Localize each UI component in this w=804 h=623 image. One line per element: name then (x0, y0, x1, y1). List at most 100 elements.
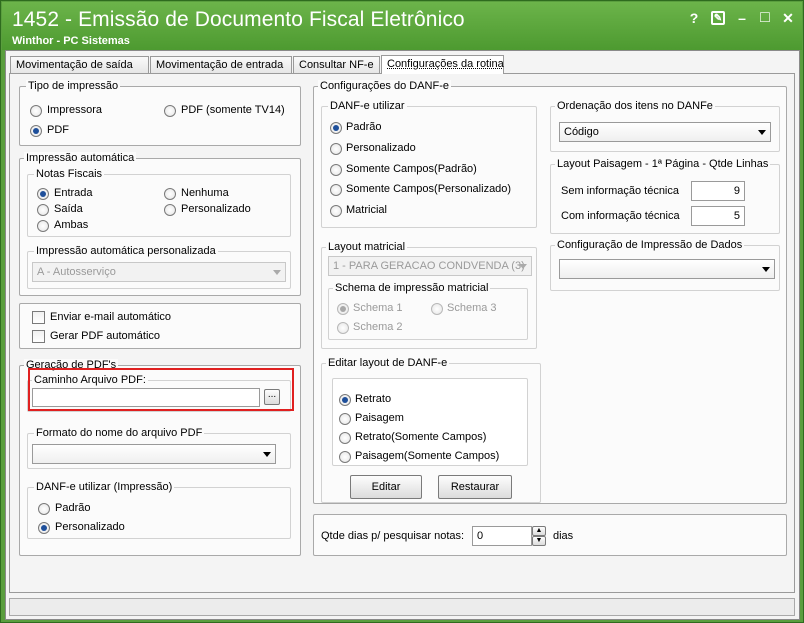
group-caption: Impressão automática personalizada (34, 245, 218, 257)
radio-entrada[interactable] (37, 188, 49, 200)
radio-paisagem-somente-campos[interactable] (339, 451, 351, 463)
radio-danfe-personalizado[interactable] (330, 143, 342, 155)
radio-nenhuma[interactable] (164, 188, 176, 200)
group-editar-options: Retrato Paisagem Retrato(Somente Campos)… (332, 378, 528, 466)
radio-schema-1[interactable] (337, 303, 349, 315)
radio-label: Retrato(Somente Campos) (355, 431, 487, 443)
radio-label: Somente Campos(Padrão) (346, 163, 477, 175)
editar-button[interactable]: Editar (350, 475, 422, 499)
group-caption: Tipo de impressão (26, 80, 121, 92)
group-notas-fiscais: Notas Fiscais Entrada Nenhuma Saída Pers… (27, 168, 291, 237)
spin-down-icon[interactable]: ▼ (532, 536, 546, 546)
group-caption: Layout Paisagem - 1ª Página - Qtde Linha… (555, 158, 771, 170)
radio-label: Impressora (47, 104, 103, 116)
group-caption: Notas Fiscais (34, 168, 105, 180)
formato-nome-select[interactable] (32, 444, 276, 464)
radio-pdf[interactable] (30, 125, 42, 137)
group-caption: Configurações do DANF-e (318, 80, 452, 92)
radio-danfe-somente-personalizado[interactable] (330, 184, 342, 196)
title-bar: 1452 - Emissão de Documento Fiscal Eletr… (2, 2, 802, 50)
window-subtitle: Winthor - PC Sistemas (12, 35, 130, 47)
restaurar-button[interactable]: Restaurar (438, 475, 512, 499)
radio-label: PDF (somente TV14) (181, 104, 285, 116)
group-danfe-utilizar: DANF-e utilizar Padrão Personalizado Som… (321, 100, 537, 228)
tab-configuracoes-rotina[interactable]: Configurações da rotina (381, 55, 504, 74)
radio-label: PDF (47, 124, 69, 136)
radio-danfe-matricial[interactable] (330, 205, 342, 217)
radio-label: Padrão (346, 121, 382, 133)
radio-label: Nenhuma (181, 187, 229, 199)
window-title: 1452 - Emissão de Documento Fiscal Eletr… (12, 8, 465, 31)
group-tipo-impressao: Tipo de impressão Impressora PDF (soment… (19, 80, 301, 146)
radio-retrato-somente-campos[interactable] (339, 432, 351, 444)
maximize-icon[interactable]: □ (757, 10, 773, 26)
radio-saida[interactable] (37, 204, 49, 216)
radio-personalizado-impressao[interactable] (38, 522, 50, 534)
group-caption: Formato do nome do arquivo PDF (34, 427, 205, 439)
tab-movimentacao-saida[interactable]: Movimentação de saída (10, 56, 149, 73)
group-layout-paisagem: Layout Paisagem - 1ª Página - Qtde Linha… (550, 158, 780, 234)
group-impressao-personalizada: Impressão automática personalizada A - A… (27, 245, 291, 289)
group-config-danfe: Configurações do DANF-e DANF-e utilizar … (313, 80, 787, 504)
group-qtde-dias: Qtde dias p/ pesquisar notas: 0 ▲ ▼ dias (313, 514, 787, 556)
checkbox-gerar-pdf[interactable] (32, 330, 45, 343)
status-bar (9, 598, 795, 616)
group-geracao-pdf: Geração de PDF's Caminho Arquivo PDF: ..… (19, 359, 301, 556)
radio-label: Saída (54, 203, 83, 215)
spin-up-icon[interactable]: ▲ (532, 526, 546, 536)
highlight-box (28, 368, 294, 411)
group-caption: Impressão automática (24, 152, 137, 164)
checkbox-enviar-email[interactable] (32, 311, 45, 324)
radio-label: Schema 2 (353, 321, 403, 333)
select-value: Código (564, 126, 599, 138)
sem-info-input[interactable]: 9 (691, 181, 745, 201)
chevron-down-icon (758, 130, 766, 135)
radio-pdf-tv14[interactable] (164, 105, 176, 117)
group-ordenacao: Ordenação dos itens no DANFe Código (550, 100, 780, 152)
close-icon[interactable]: ✕ (780, 10, 796, 26)
chevron-down-icon (263, 452, 271, 457)
qtde-dias-input[interactable]: 0 (472, 526, 532, 546)
radio-danfe-somente-padrao[interactable] (330, 164, 342, 176)
ordenacao-select[interactable]: Código (559, 122, 771, 142)
group-layout-matricial: Layout matricial 1 - PARA GERACAO CONDVE… (321, 241, 537, 349)
radio-label: Matricial (346, 204, 387, 216)
group-danfe-impressao: DANF-e utilizar (Impressão) Padrão Perso… (27, 481, 291, 539)
radio-impressora[interactable] (30, 105, 42, 117)
checkbox-label: Gerar PDF automático (50, 330, 161, 342)
sem-info-label: Sem informação técnica (561, 185, 679, 197)
application-window: 1452 - Emissão de Documento Fiscal Eletr… (0, 0, 804, 623)
radio-retrato[interactable] (339, 394, 351, 406)
radio-label: Ambas (54, 219, 89, 231)
radio-schema-3[interactable] (431, 303, 443, 315)
edit-icon[interactable]: ✎ (711, 11, 725, 25)
radio-ambas[interactable] (37, 220, 49, 232)
tab-movimentacao-entrada[interactable]: Movimentação de entrada (150, 56, 292, 73)
radio-personalizado[interactable] (164, 204, 176, 216)
chevron-down-icon (519, 264, 527, 269)
radio-paisagem[interactable] (339, 413, 351, 425)
tab-panel-configuracoes: Tipo de impressão Impressora PDF (soment… (9, 73, 795, 593)
radio-label: Paisagem(Somente Campos) (355, 450, 500, 462)
help-icon[interactable]: ? (686, 10, 702, 26)
group-caption: Layout matricial (326, 241, 408, 253)
group-caption: Schema de impressão matricial (333, 282, 491, 294)
minimize-icon[interactable]: – (734, 10, 750, 26)
com-info-input[interactable]: 5 (691, 206, 745, 226)
radio-label: Personalizado (346, 142, 416, 154)
checkbox-label: Enviar e-mail automático (50, 311, 172, 323)
impressao-personalizada-select[interactable]: A - Autosserviço (32, 262, 286, 282)
group-formato-nome: Formato do nome do arquivo PDF (27, 427, 291, 469)
qtde-dias-label: Qtde dias p/ pesquisar notas: (321, 530, 465, 542)
config-impressao-select[interactable] (559, 259, 775, 279)
layout-matricial-select[interactable]: 1 - PARA GERACAO CONDVENDA (3) (328, 256, 532, 276)
tab-consultar-nfe[interactable]: Consultar NF-e (293, 56, 380, 73)
radio-schema-2[interactable] (337, 322, 349, 334)
radio-padrao-impressao[interactable] (38, 503, 50, 515)
select-value: 1 - PARA GERACAO CONDVENDA (3) (333, 260, 525, 272)
select-value: A - Autosserviço (37, 266, 116, 278)
group-config-impressao-dados: Configuração de Impressão de Dados (550, 239, 780, 291)
radio-label: Schema 3 (447, 302, 497, 314)
radio-danfe-padrao[interactable] (330, 122, 342, 134)
chevron-down-icon (762, 267, 770, 272)
